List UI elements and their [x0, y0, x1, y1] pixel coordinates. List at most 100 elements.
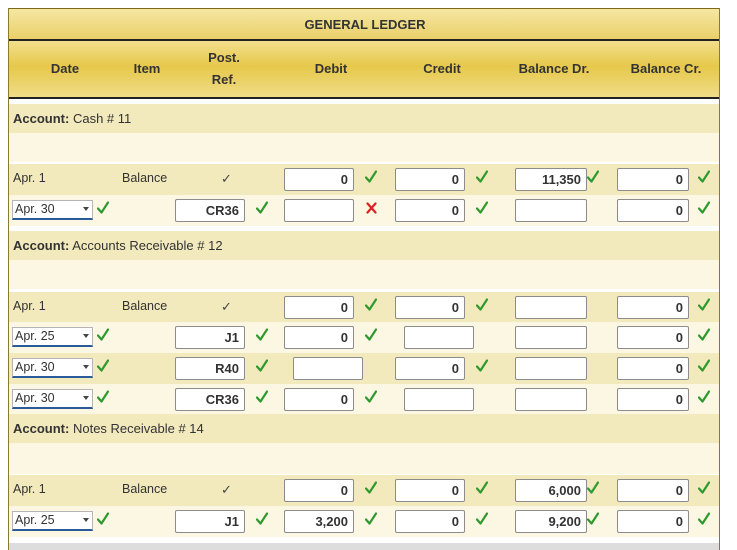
post-ref-check-icon [256, 328, 268, 342]
date-label: Apr. 1 [13, 482, 46, 496]
debit-input[interactable] [284, 199, 354, 222]
debit-check-icon [365, 390, 377, 404]
post-ref-input[interactable]: CR36 [175, 388, 245, 411]
balance-cr-input[interactable]: 0 [617, 510, 689, 533]
balance-dr-check-icon [587, 512, 599, 526]
header-debit: Debit [314, 61, 348, 76]
balance-cr-input[interactable]: 0 [617, 479, 689, 502]
date-check-icon [97, 328, 109, 342]
credit-input[interactable]: 0 [395, 510, 465, 533]
balance-dr-input[interactable] [515, 199, 587, 222]
credit-input[interactable]: 0 [395, 168, 465, 191]
header-post-ref-line1: Post. [208, 50, 240, 65]
ledger-row: Apr. 1 Balance ✓ 0 0 0 [9, 292, 719, 323]
balance-cr-check-icon [698, 512, 710, 526]
post-ref-check-icon: ✓ [221, 171, 232, 186]
ledger-title: GENERAL LEDGER [9, 8, 719, 41]
chevron-down-icon [83, 207, 89, 211]
date-dropdown[interactable]: Apr. 25 [12, 511, 93, 531]
debit-check-icon [365, 481, 377, 495]
date-dropdown[interactable]: Apr. 25 [12, 327, 93, 347]
post-ref-check-icon [256, 201, 268, 215]
credit-check-icon [476, 512, 488, 526]
ledger-row: Apr. 30 R40 0 0 [9, 353, 719, 384]
header-date: Date [50, 61, 80, 76]
post-ref-input[interactable]: J1 [175, 510, 245, 533]
ledger-row: Apr. 25 J1 3,200 0 9,200 0 [9, 506, 719, 537]
post-ref-input[interactable]: J1 [175, 326, 245, 349]
balance-cr-input[interactable]: 0 [617, 296, 689, 319]
date-dropdown-value: Apr. 30 [15, 391, 55, 405]
date-dropdown[interactable]: Apr. 30 [12, 389, 93, 409]
date-check-icon [97, 512, 109, 526]
balance-cr-check-icon [698, 359, 710, 373]
item-label: Balance [122, 482, 168, 496]
credit-input[interactable]: 0 [395, 479, 465, 502]
account-title: Account: Cash # 11 [13, 111, 131, 126]
header-post-ref: Post. Ref. [194, 41, 254, 97]
header-balance-dr: Balance Dr. [518, 61, 590, 76]
credit-input[interactable]: 0 [395, 357, 465, 380]
post-ref-input[interactable]: R40 [175, 357, 245, 380]
spacer-row [9, 260, 719, 289]
credit-input[interactable]: 0 [395, 296, 465, 319]
post-ref-input[interactable]: CR36 [175, 199, 245, 222]
credit-input[interactable]: 0 [395, 199, 465, 222]
balance-dr-input[interactable] [515, 388, 587, 411]
ledger-row: Apr. 30 CR36 0 0 [9, 195, 719, 226]
credit-check-icon [476, 170, 488, 184]
account-title: Account: Accounts Receivable # 12 [13, 238, 223, 253]
header-post-ref-line2: Ref. [211, 72, 237, 87]
balance-cr-input[interactable]: 0 [617, 357, 689, 380]
balance-cr-input[interactable]: 0 [617, 326, 689, 349]
debit-input[interactable]: 0 [284, 168, 354, 191]
account-title: Account: Notes Receivable # 14 [13, 421, 204, 436]
date-dropdown[interactable]: Apr. 30 [12, 200, 93, 220]
chevron-down-icon [83, 334, 89, 338]
date-check-icon [97, 390, 109, 404]
scrollbar-track[interactable] [9, 543, 719, 550]
balance-cr-check-icon [698, 298, 710, 312]
debit-check-icon [365, 298, 377, 312]
balance-dr-input[interactable] [515, 326, 587, 349]
debit-input[interactable]: 0 [284, 296, 354, 319]
debit-input[interactable]: 0 [284, 388, 354, 411]
post-ref-check-icon: ✓ [221, 482, 232, 497]
debit-input[interactable] [293, 357, 363, 380]
credit-input[interactable] [404, 326, 474, 349]
chevron-down-icon [83, 365, 89, 369]
balance-dr-input[interactable] [515, 296, 587, 319]
balance-cr-input[interactable]: 0 [617, 168, 689, 191]
debit-input[interactable]: 0 [284, 479, 354, 502]
balance-cr-input[interactable]: 0 [617, 388, 689, 411]
date-label: Apr. 1 [13, 171, 46, 185]
date-dropdown-value: Apr. 30 [15, 360, 55, 374]
credit-input[interactable] [404, 388, 474, 411]
chevron-down-icon [83, 396, 89, 400]
chevron-down-icon [83, 518, 89, 522]
account-header-row: Account: Cash # 11 [9, 104, 719, 133]
balance-cr-input[interactable]: 0 [617, 199, 689, 222]
date-check-icon [97, 359, 109, 373]
balance-dr-input[interactable]: 11,350 [515, 168, 587, 191]
header-credit: Credit [423, 61, 461, 76]
account-label: Account: [13, 111, 70, 126]
debit-input[interactable]: 3,200 [284, 510, 354, 533]
balance-cr-check-icon [698, 390, 710, 404]
account-header-row: Account: Notes Receivable # 14 [9, 414, 719, 443]
date-dropdown[interactable]: Apr. 30 [12, 358, 93, 378]
balance-dr-check-icon [587, 481, 599, 495]
debit-input[interactable]: 0 [284, 326, 354, 349]
spacer-row [9, 443, 719, 474]
credit-check-icon [476, 359, 488, 373]
balance-cr-check-icon [698, 481, 710, 495]
balance-dr-input[interactable]: 6,000 [515, 479, 587, 502]
credit-check-icon [476, 201, 488, 215]
date-label: Apr. 1 [13, 299, 46, 313]
balance-dr-input[interactable]: 9,200 [515, 510, 587, 533]
date-dropdown-value: Apr. 30 [15, 202, 55, 216]
post-ref-check-icon [256, 359, 268, 373]
balance-dr-input[interactable] [515, 357, 587, 380]
account-name: Cash # 11 [72, 111, 132, 126]
account-label: Account: [13, 238, 70, 253]
